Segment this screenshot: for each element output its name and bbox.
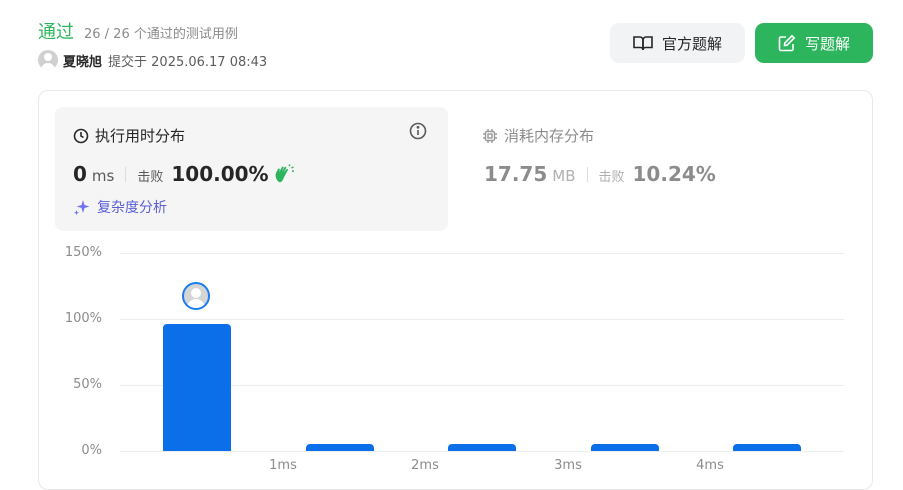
- runtime-title-text: 执行用时分布: [95, 127, 186, 145]
- memory-beats-value: 10.24%: [632, 162, 716, 186]
- info-icon[interactable]: [409, 122, 427, 140]
- runtime-beats-label: 击败: [137, 170, 164, 185]
- memory-title-text: 消耗内存分布: [504, 127, 595, 145]
- y-tick-label: 150%: [64, 245, 102, 260]
- memory-beats-label: 击败: [598, 170, 625, 185]
- x-tick-label: 2ms: [411, 458, 439, 473]
- book-icon: [633, 36, 653, 51]
- username[interactable]: 夏晓旭: [63, 51, 102, 70]
- x-tick-label: 1ms: [269, 458, 297, 473]
- runtime-value: 0: [73, 162, 87, 186]
- runtime-title: 执行用时分布: [73, 125, 185, 146]
- chart-bar[interactable]: [733, 444, 801, 451]
- complexity-analysis-link[interactable]: 复杂度分析: [73, 197, 167, 217]
- status-header: 通过 26 / 26 个通过的测试用例: [38, 18, 238, 44]
- complexity-label: 复杂度分析: [97, 200, 167, 216]
- runtime-beats-value: 100.00%: [171, 162, 269, 186]
- divider: [586, 166, 588, 182]
- clock-icon: [73, 128, 89, 143]
- avatar[interactable]: [38, 50, 58, 70]
- test-cases-count: 26 / 26 个通过的测试用例: [84, 27, 238, 42]
- submitted-time: 提交于 2025.06.17 08:43: [108, 54, 268, 70]
- memory-value: 17.75: [484, 162, 548, 186]
- runtime-unit: ms: [91, 167, 115, 185]
- sparkle-icon: [74, 200, 90, 216]
- gridline: [120, 253, 844, 254]
- chart-bar[interactable]: [163, 324, 231, 451]
- official-solution-button[interactable]: 官方题解: [610, 23, 745, 63]
- submission-info: 夏晓旭 提交于 2025.06.17 08:43: [38, 50, 267, 70]
- my-submission-avatar[interactable]: [182, 282, 210, 310]
- y-tick-label: 50%: [73, 377, 102, 392]
- edit-icon: [778, 34, 796, 52]
- chart-bar[interactable]: [448, 444, 516, 451]
- gridline: [120, 451, 844, 452]
- status-title: 通过: [38, 22, 74, 43]
- chart-bar[interactable]: [306, 444, 374, 451]
- write-solution-label: 写题解: [804, 34, 850, 53]
- runtime-panel[interactable]: 执行用时分布 0 ms 击败 100.00% 复杂度分析: [55, 107, 448, 231]
- divider: [125, 166, 127, 182]
- official-solution-label: 官方题解: [661, 34, 722, 53]
- memory-metrics: 17.75 MB 击败 10.24%: [484, 162, 716, 186]
- gridline: [120, 319, 844, 320]
- memory-title: 消耗内存分布: [482, 125, 594, 146]
- chip-icon: [483, 128, 497, 143]
- write-solution-button[interactable]: 写题解: [755, 23, 873, 63]
- runtime-metrics: 0 ms 击败 100.00%: [73, 162, 295, 186]
- x-tick-label: 4ms: [696, 458, 724, 473]
- x-tick-label: 3ms: [554, 458, 582, 473]
- chart-bar[interactable]: [591, 444, 659, 451]
- y-tick-label: 0%: [81, 443, 102, 458]
- clap-icon: [275, 164, 294, 183]
- memory-unit: MB: [552, 167, 576, 185]
- y-tick-label: 100%: [64, 311, 102, 326]
